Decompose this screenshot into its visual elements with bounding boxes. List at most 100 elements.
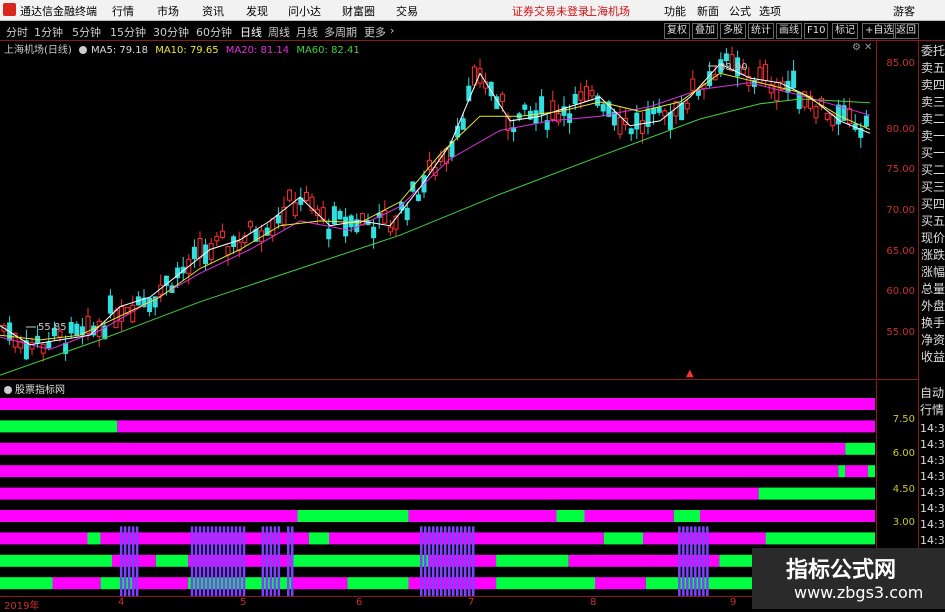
indicator-segment — [117, 420, 875, 433]
stock-link[interactable]: 上海机场 — [586, 3, 630, 19]
add-watchlist-button[interactable]: +自选 — [862, 23, 897, 39]
sidebar-label: 卖一 — [921, 129, 945, 143]
menu-jiaoyi[interactable]: 交易 — [396, 3, 418, 19]
options-button[interactable]: 选项 — [759, 3, 781, 19]
candle-body — [40, 343, 46, 354]
period-daily[interactable]: 日线 — [240, 24, 262, 40]
back-button[interactable]: 返回 — [893, 23, 919, 39]
chevron-right-icon[interactable]: › — [390, 24, 394, 37]
candle-body — [645, 108, 651, 127]
formula-button[interactable]: 公式 — [729, 3, 751, 19]
candle-body — [791, 70, 797, 89]
login-notice[interactable]: 证券交易未登录 — [512, 3, 589, 19]
candle-body — [371, 226, 377, 239]
overlay-button[interactable]: 叠加 — [692, 23, 718, 39]
quote-label[interactable]: 行情 — [920, 401, 944, 418]
f10-button[interactable]: F10 — [804, 23, 829, 39]
indicator-band-bar — [119, 526, 123, 596]
sidebar-label: 总量 — [921, 282, 945, 296]
menu-wenxiaoda[interactable]: 问小达 — [288, 3, 321, 19]
indicator-segment — [845, 442, 875, 455]
new-page-button[interactable]: 新面 — [697, 3, 719, 19]
menu-caifuquan[interactable]: 财富圈 — [342, 3, 375, 19]
auto-label[interactable]: 自动 — [920, 384, 944, 401]
watermark-url: www.zbgs3.com — [794, 583, 924, 602]
stats-button[interactable]: 统计 — [748, 23, 774, 39]
candle-body — [247, 221, 253, 228]
ma-line-ma10 — [0, 72, 871, 341]
indicator-settings-icon[interactable] — [4, 386, 12, 394]
kline-chart[interactable]: 88.90 55.85 ▲ — [0, 40, 875, 378]
candle-body — [382, 210, 388, 224]
indicator-segment — [408, 510, 557, 522]
period-fenshi[interactable]: 分时 — [6, 24, 28, 40]
indicator-segment — [0, 398, 875, 410]
indicator-band-bar — [277, 526, 281, 596]
settings-gear-icon[interactable]: ⚙ — [852, 42, 861, 53]
fuquan-button[interactable]: 复权 — [664, 23, 690, 39]
date-tick: 5 — [240, 597, 247, 608]
indicator-band-bar — [456, 526, 459, 596]
tick-time: 14:31 — [920, 502, 945, 515]
indicator-band-bar — [269, 526, 273, 596]
candle-body — [522, 104, 528, 110]
indicator-band-bar — [230, 526, 234, 596]
indicator-band-bar — [261, 526, 265, 596]
sidebar-label: 现价 — [921, 231, 945, 245]
period-monthly[interactable]: 月线 — [296, 24, 318, 40]
period-30min[interactable]: 30分钟 — [153, 24, 189, 40]
ma-line-ma60 — [0, 98, 871, 376]
indicator-segment — [595, 577, 646, 590]
candle-body — [550, 100, 556, 120]
indicator-segment — [0, 554, 112, 567]
guest-user[interactable]: 游客 — [893, 3, 915, 19]
period-1min[interactable]: 1分钟 — [34, 24, 63, 40]
period-15min[interactable]: 15分钟 — [110, 24, 146, 40]
candle-body — [617, 116, 623, 135]
candle-body — [600, 104, 606, 112]
tick-time: 14:30 — [920, 470, 945, 483]
low-annotation: 55.85 — [38, 322, 67, 333]
candle-body — [824, 112, 830, 120]
indicator-tick: 3.00 — [892, 517, 915, 528]
settings-circle-icon[interactable] — [79, 46, 87, 54]
period-5min[interactable]: 5分钟 — [72, 24, 101, 40]
sidebar-label: 外盘 — [921, 299, 945, 313]
title-bar: 通达信金融终端 行情 市场 资讯 发现 问小达 财富圈 交易 证券交易未登录 上… — [0, 0, 945, 21]
period-60min[interactable]: 60分钟 — [196, 24, 232, 40]
indicator-segment — [0, 510, 298, 522]
draw-line-button[interactable]: 画线 — [776, 23, 802, 39]
candle-body — [287, 189, 293, 201]
candle-body — [583, 86, 589, 102]
price-tick: 65.00 — [886, 246, 915, 257]
menu-hangqing[interactable]: 行情 — [112, 3, 134, 19]
indicator-band-bar — [440, 526, 443, 596]
menu-shichang[interactable]: 市场 — [157, 3, 179, 19]
sidebar-label[interactable]: 委托 — [921, 42, 945, 59]
sidebar-label: 净资 — [921, 333, 945, 347]
candle-body — [219, 230, 225, 238]
period-more[interactable]: 更多 — [364, 24, 386, 40]
pane-divider[interactable] — [0, 379, 918, 380]
indicator-band-bar — [265, 526, 269, 596]
candle-body — [68, 321, 74, 334]
sidebar-label: 卖二 — [921, 112, 945, 126]
period-weekly[interactable]: 周线 — [268, 24, 290, 40]
menu-faxian[interactable]: 发现 — [246, 3, 268, 19]
indicator-band-bar — [468, 526, 471, 596]
indicator-chart[interactable] — [0, 394, 875, 596]
close-icon[interactable]: ✕ — [864, 42, 872, 53]
period-multi[interactable]: 多周期 — [324, 24, 357, 40]
multi-stock-button[interactable]: 多股 — [720, 23, 746, 39]
function-button[interactable]: 功能 — [664, 3, 686, 19]
sidebar-label: 涨幅 — [921, 265, 945, 279]
indicator-band-bar — [202, 526, 206, 596]
candle-body — [813, 106, 819, 119]
indicator-band-bar — [291, 526, 294, 596]
indicator-band-bar — [420, 526, 423, 596]
candle-body — [208, 243, 214, 260]
mark-button[interactable]: 标记 — [832, 23, 858, 39]
price-axis: 85.00 80.00 75.00 70.00 65.00 60.00 55.0… — [876, 40, 919, 378]
menu-zixun[interactable]: 资讯 — [202, 3, 224, 19]
candle-body — [303, 192, 309, 202]
